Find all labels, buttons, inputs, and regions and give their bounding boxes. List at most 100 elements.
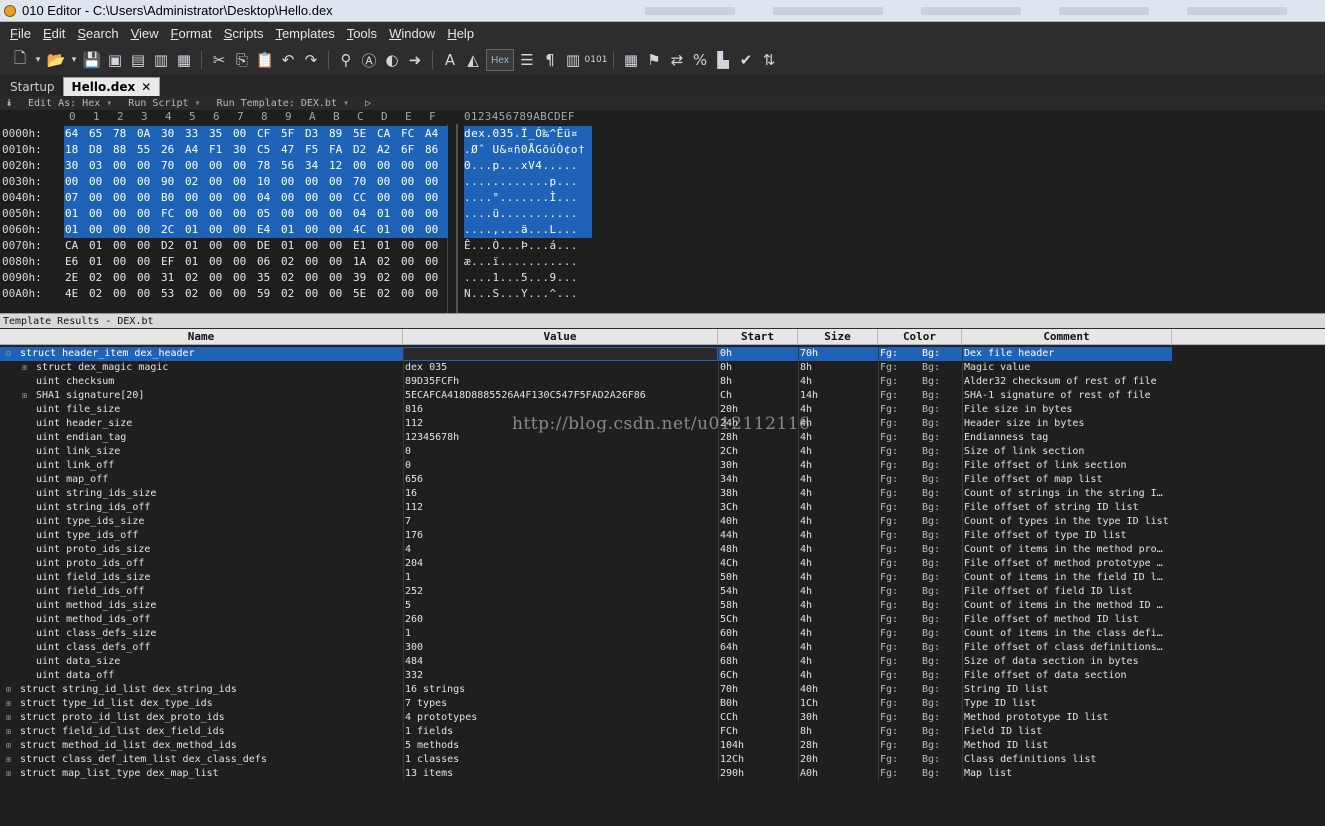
menu-search[interactable]: Search <box>71 26 124 41</box>
expand-icon[interactable]: ⊞ <box>6 756 13 764</box>
hex-byte[interactable]: 06 <box>256 254 280 270</box>
column-header-name[interactable]: Name <box>0 329 403 345</box>
hex-byte[interactable]: E6 <box>64 254 88 270</box>
hex-row[interactable]: 0070h: CA 01 00 00 D2 01 00 00 DE 01 00 00 E1 01 00 00 Ê.… <box>0 238 600 254</box>
hex-byte[interactable]: 00 <box>304 174 328 190</box>
hex-byte[interactable]: 30 <box>64 158 88 174</box>
hex-byte[interactable]: 00 <box>400 174 424 190</box>
hex-byte[interactable]: 26 <box>160 142 184 158</box>
hex-byte[interactable]: 00 <box>136 238 160 254</box>
collapse-icon[interactable]: ⯯ <box>6 98 12 109</box>
hex-byte[interactable]: E4 <box>256 222 280 238</box>
hex-byte[interactable]: 00 <box>136 222 160 238</box>
hex-byte[interactable]: 00 <box>112 270 136 286</box>
hex-row[interactable]: 0050h: 01 00 00 00 FC 00 00 00 05 00 00 00 04 01 00 00..… <box>0 206 600 222</box>
hex-mode-button[interactable]: Hex <box>486 49 514 71</box>
hex-byte[interactable]: 01 <box>376 222 400 238</box>
menu-scripts[interactable]: Scripts <box>218 26 270 41</box>
highlight-icon[interactable]: ◭ <box>463 50 483 70</box>
hex-byte[interactable]: D2 <box>352 142 376 158</box>
hex-byte[interactable]: 33 <box>184 126 208 142</box>
hex-row[interactable]: 0010h: 18 D8 88 55 26 A4 F1 30 C5 47 F5 FA D2 A2 6F 86 .Ø… <box>0 142 600 158</box>
hex-byte[interactable]: 5E <box>352 286 376 302</box>
hex-ascii[interactable]: ....°.......Ì... <box>464 190 592 206</box>
hex-byte[interactable]: 55 <box>136 142 160 158</box>
hex-byte[interactable]: 00 <box>352 158 376 174</box>
close-icon[interactable]: ✕ <box>141 80 151 94</box>
hex-ascii[interactable]: æ...ï........... <box>464 254 592 270</box>
column-header-comment[interactable]: Comment <box>962 329 1172 345</box>
hex-byte[interactable]: 00 <box>112 286 136 302</box>
hex-byte[interactable]: 00 <box>88 190 112 206</box>
hex-byte[interactable]: 0A <box>136 126 160 142</box>
hex-byte[interactable]: 00 <box>88 206 112 222</box>
hex-byte[interactable]: 00 <box>400 158 424 174</box>
hex-byte[interactable]: 00 <box>376 174 400 190</box>
save-icon[interactable]: 💾 <box>82 50 102 70</box>
hex-byte[interactable]: 00 <box>136 190 160 206</box>
hex-byte[interactable]: 00 <box>304 206 328 222</box>
hex-byte[interactable]: 00 <box>328 206 352 222</box>
hex-byte[interactable]: FC <box>400 126 424 142</box>
hex-byte[interactable]: 00 <box>232 174 256 190</box>
hex-byte[interactable]: 00 <box>328 190 352 206</box>
hex-byte[interactable]: F5 <box>304 142 328 158</box>
menu-window[interactable]: Window <box>383 26 441 41</box>
hex-byte[interactable]: 00 <box>136 270 160 286</box>
redo-icon[interactable]: ↷ <box>301 50 321 70</box>
show-whitespace-icon[interactable]: ¶ <box>540 50 560 70</box>
save-as-icon[interactable]: ▣ <box>105 50 125 70</box>
hex-byte[interactable]: 4E <box>64 286 88 302</box>
hex-byte[interactable]: 00 <box>112 206 136 222</box>
hex-byte[interactable]: 00 <box>88 222 112 238</box>
hex-byte[interactable]: 00 <box>88 174 112 190</box>
menu-templates[interactable]: Templates <box>269 26 340 41</box>
template-row[interactable]: uint class_defs_off 300 64h 4h Fg: Bg: File of… <box>0 641 1172 655</box>
dropdown-arrow-icon[interactable]: ▾ <box>69 50 79 70</box>
hex-byte[interactable]: 64 <box>64 126 88 142</box>
template-row[interactable]: ⊞ struct type_id_list dex_type_ids 7 types… <box>0 697 1172 711</box>
cut-icon[interactable]: ✂ <box>209 50 229 70</box>
template-row[interactable]: uint checksum 89D35FCFh 8h 4h Fg: Bg: Alder32 … <box>0 375 1172 389</box>
hex-byte[interactable]: 00 <box>232 238 256 254</box>
hex-row[interactable]: 0060h: 01 00 00 00 2C 01 00 00 E4 01 00 00 4C 01 00 00..… <box>0 222 600 238</box>
font-icon[interactable]: A <box>440 50 460 70</box>
hex-byte[interactable]: 00 <box>280 206 304 222</box>
hex-byte[interactable]: 02 <box>376 270 400 286</box>
template-row[interactable]: uint string_ids_size 16 38h 4h Fg: Bg: Count o… <box>0 487 1172 501</box>
find-icon[interactable]: ⚲ <box>336 50 356 70</box>
hex-byte[interactable]: 00 <box>232 222 256 238</box>
hex-byte[interactable]: 70 <box>160 158 184 174</box>
hex-byte[interactable]: DE <box>256 238 280 254</box>
hex-byte[interactable]: 02 <box>184 270 208 286</box>
hex-byte[interactable]: 02 <box>88 286 112 302</box>
hex-byte[interactable]: 02 <box>280 270 304 286</box>
hex-byte[interactable]: 00 <box>112 254 136 270</box>
hex-byte[interactable]: 02 <box>376 286 400 302</box>
hex-byte[interactable]: 30 <box>232 142 256 158</box>
hex-byte[interactable]: CC <box>352 190 376 206</box>
hex-ascii[interactable]: ....,...ä...L... <box>464 222 592 238</box>
hex-byte[interactable]: 00 <box>424 206 448 222</box>
hex-byte[interactable]: 18 <box>64 142 88 158</box>
hex-byte[interactable]: 35 <box>256 270 280 286</box>
hex-byte[interactable]: 00 <box>424 238 448 254</box>
hex-byte[interactable]: 00 <box>328 238 352 254</box>
hex-byte[interactable]: 00 <box>424 222 448 238</box>
hex-byte[interactable]: 00 <box>136 174 160 190</box>
hex-byte[interactable]: 00 <box>208 254 232 270</box>
hex-byte[interactable]: 6F <box>400 142 424 158</box>
hex-byte[interactable]: A4 <box>184 142 208 158</box>
hex-byte[interactable]: 12 <box>328 158 352 174</box>
hex-row[interactable]: 0090h: 2E 02 00 00 31 02 00 00 35 02 00 00 39 02 00 00..… <box>0 270 600 286</box>
template-row[interactable]: uint class_defs_size 1 60h 4h Fg: Bg: Count of… <box>0 627 1172 641</box>
hex-byte[interactable]: 01 <box>376 206 400 222</box>
hex-byte[interactable]: D3 <box>304 126 328 142</box>
hex-row[interactable]: 0000h: 64 65 78 0A 30 33 35 00 CF 5F D3 89 5E CA FC A4 de… <box>0 126 600 142</box>
expand-icon[interactable]: ⊞ <box>6 700 13 708</box>
hex-byte[interactable]: 01 <box>184 254 208 270</box>
hex-byte[interactable]: C5 <box>256 142 280 158</box>
histogram-icon[interactable]: ▙ <box>713 50 733 70</box>
template-row[interactable]: uint proto_ids_size 4 48h 4h Fg: Bg: Count of … <box>0 543 1172 557</box>
template-row[interactable]: uint field_ids_size 1 50h 4h Fg: Bg: Count of … <box>0 571 1172 585</box>
